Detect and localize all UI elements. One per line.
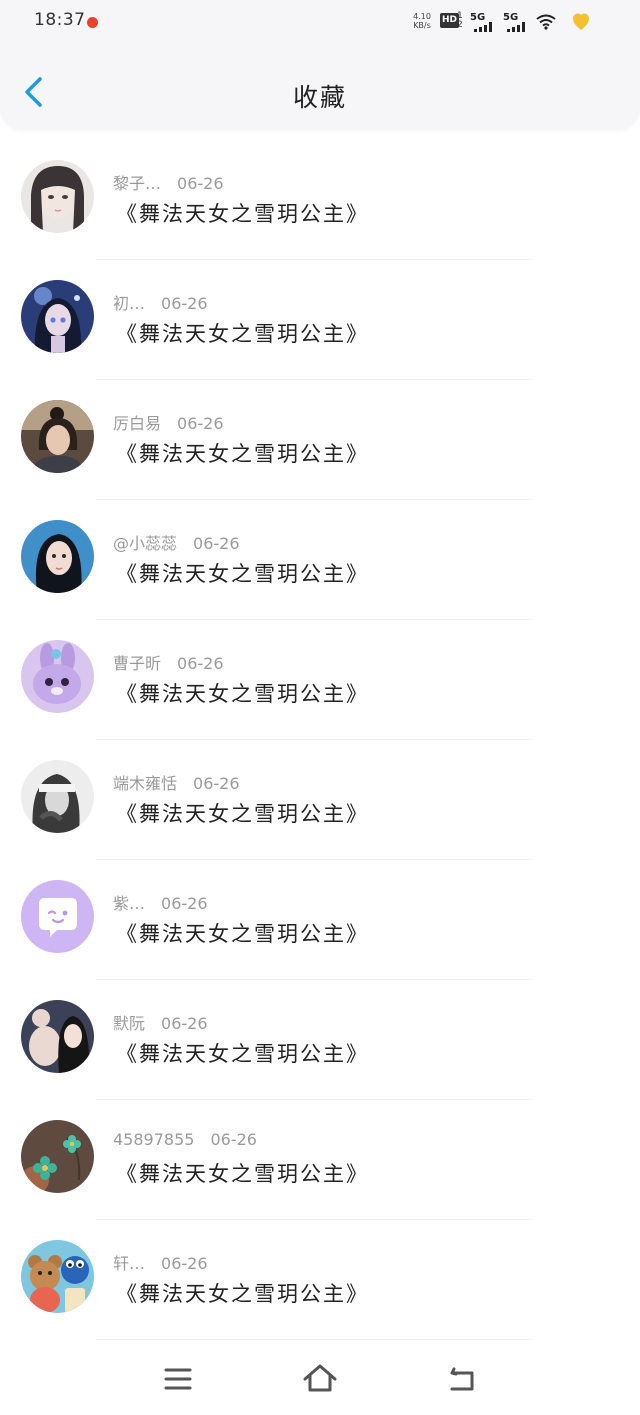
notification-dot-icon	[87, 17, 98, 28]
item-author: 黎子…	[113, 174, 162, 193]
item-title: 《舞法天女之雪玥公主》	[116, 682, 369, 706]
avatar	[21, 160, 94, 233]
list-item[interactable]: @小蕊蕊 06-26 《舞法天女之雪玥公主》	[0, 500, 640, 620]
avatar	[21, 760, 94, 833]
item-meta: 默阮 06-26	[113, 1010, 208, 1034]
favorites-list: 黎子… 06-26 《舞法天女之雪玥公主》 初… 06-26 《舞法天女之雪玥公…	[0, 140, 640, 1340]
item-author: 端木雍恬	[113, 774, 178, 793]
item-meta: 45897855 06-26	[113, 1130, 257, 1149]
system-nav-bar	[0, 1340, 640, 1415]
item-title: 《舞法天女之雪玥公主》	[116, 442, 369, 466]
item-title: 《舞法天女之雪玥公主》	[116, 922, 369, 946]
item-author: @小蕊蕊	[113, 534, 178, 553]
item-title: 《舞法天女之雪玥公主》	[116, 802, 369, 826]
list-item[interactable]: 初… 06-26 《舞法天女之雪玥公主》	[0, 260, 640, 380]
battery-icon	[573, 13, 589, 30]
item-meta: 轩… 06-26	[113, 1250, 208, 1274]
item-title: 《舞法天女之雪玥公主》	[116, 1162, 369, 1186]
item-date: 06-26	[161, 1014, 208, 1033]
item-author: 曹子昕	[113, 654, 162, 673]
item-meta: 端木雍恬 06-26	[113, 770, 240, 794]
item-title: 《舞法天女之雪玥公主》	[116, 1282, 369, 1306]
list-item[interactable]: 厉白易 06-26 《舞法天女之雪玥公主》	[0, 380, 640, 500]
avatar	[21, 640, 94, 713]
list-item[interactable]: 默阮 06-26 《舞法天女之雪玥公主》	[0, 980, 640, 1100]
list-item[interactable]: 45897855 06-26 《舞法天女之雪玥公主》	[0, 1100, 640, 1220]
avatar	[21, 280, 94, 353]
hd-sub: 1 2	[457, 11, 463, 30]
item-author: 轩…	[113, 1254, 146, 1273]
item-author: 初…	[113, 294, 146, 313]
page-title: 收藏	[292, 83, 347, 112]
back-icon[interactable]	[442, 1362, 482, 1396]
item-meta: @小蕊蕊 06-26	[113, 530, 240, 554]
list-item[interactable]: 端木雍恬 06-26 《舞法天女之雪玥公主》	[0, 740, 640, 860]
item-meta: 紫… 06-26	[113, 890, 208, 914]
item-date: 06-26	[193, 774, 240, 793]
list-item[interactable]: 紫… 06-26 《舞法天女之雪玥公主》	[0, 860, 640, 980]
item-meta: 初… 06-26	[113, 290, 208, 314]
list-item[interactable]: 黎子… 06-26 《舞法天女之雪玥公主》	[0, 140, 640, 260]
net-speed-unit: KB/s	[413, 21, 431, 30]
net-speed: 4.10 KB/s	[410, 12, 434, 30]
item-author: 紫…	[113, 894, 146, 913]
item-meta: 厉白易 06-26	[113, 410, 224, 434]
item-date: 06-26	[161, 894, 208, 913]
list-item[interactable]: 轩… 06-26 《舞法天女之雪玥公主》	[0, 1220, 640, 1340]
avatar	[21, 520, 94, 593]
item-date: 06-26	[210, 1130, 257, 1149]
item-title: 《舞法天女之雪玥公主》	[116, 322, 369, 346]
item-title: 《舞法天女之雪玥公主》	[116, 202, 369, 226]
avatar	[21, 1240, 94, 1313]
avatar	[21, 880, 94, 953]
avatar	[21, 1120, 94, 1193]
item-title: 《舞法天女之雪玥公主》	[116, 1042, 369, 1066]
item-date: 06-26	[193, 534, 240, 553]
signal-icon	[474, 22, 496, 32]
item-author: 厉白易	[113, 414, 162, 433]
list-item[interactable]: 曹子昕 06-26 《舞法天女之雪玥公主》	[0, 620, 640, 740]
favorites-screen: 18:37 4.10 KB/s HD 1 2 5G 5G 收藏 黎子… 06-2…	[0, 0, 640, 1415]
item-meta: 曹子昕 06-26	[113, 650, 224, 674]
status-time: 18:37	[34, 10, 86, 30]
wifi-icon	[536, 14, 556, 30]
home-icon[interactable]	[300, 1362, 340, 1396]
item-author: 45897855	[113, 1130, 195, 1149]
item-date: 06-26	[161, 1254, 208, 1273]
status-bar: 18:37 4.10 KB/s HD 1 2 5G 5G	[0, 0, 640, 46]
nav-bar: 收藏	[0, 46, 640, 130]
item-date: 06-26	[177, 174, 224, 193]
menu-icon[interactable]	[158, 1362, 198, 1396]
item-author: 默阮	[113, 1014, 146, 1033]
signal-icon	[507, 22, 529, 32]
item-date: 06-26	[177, 414, 224, 433]
item-date: 06-26	[161, 294, 208, 313]
avatar	[21, 1000, 94, 1073]
avatar	[21, 400, 94, 473]
item-title: 《舞法天女之雪玥公主》	[116, 562, 369, 586]
item-meta: 黎子… 06-26	[113, 170, 224, 194]
item-date: 06-26	[177, 654, 224, 673]
net-speed-value: 4.10	[413, 12, 431, 21]
